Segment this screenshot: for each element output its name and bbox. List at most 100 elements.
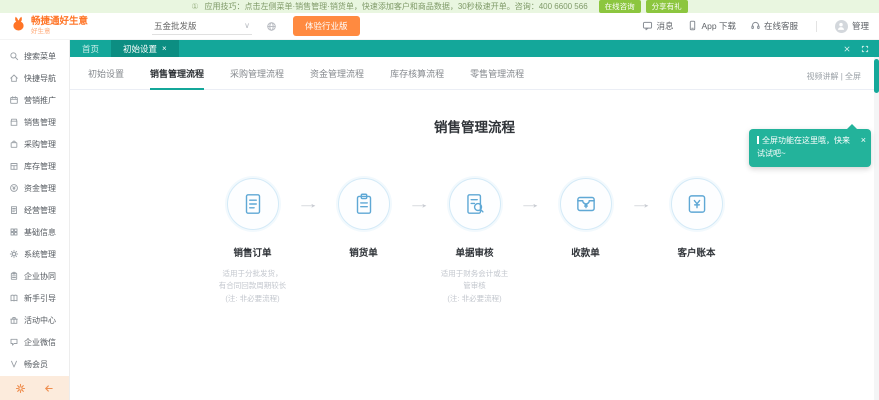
- flow-audit-icon[interactable]: [449, 178, 501, 230]
- window-tab-label: 初始设置: [123, 43, 157, 55]
- chat-icon: [9, 337, 19, 347]
- flow-step-销售订单: 销售订单适用于分批发货，有合同回款周期较长(注: 非必要流程): [211, 178, 295, 305]
- sub-tab-初始设置[interactable]: 初始设置: [88, 67, 124, 89]
- main-panel: 首页初始设置× 初始设置销售管理流程采购管理流程资金管理流程库存核算流程零售管理…: [70, 40, 879, 400]
- logo-subtitle: 好生意: [31, 28, 88, 35]
- sidebar-item-bag[interactable]: 采购管理: [0, 133, 69, 155]
- edition-selector[interactable]: 五金批发版 ∨: [152, 18, 252, 35]
- sidebar-item-label: 系统管理: [24, 249, 56, 260]
- money-icon: [9, 183, 19, 193]
- try-industry-edition-button[interactable]: 体验行业版: [293, 16, 360, 36]
- sidebar-item-label: 采购管理: [24, 139, 56, 150]
- bag-icon: [9, 139, 19, 149]
- logo-text: 畅捷通好生意 好生意: [31, 17, 88, 35]
- sidebar-item-chat[interactable]: 企业微信: [0, 331, 69, 353]
- notification-bar: ① 应用技巧：点击左侧菜单·销售管理·销货单，快速添加客户和商品数据，30秒极速…: [0, 0, 879, 13]
- avatar: [835, 20, 848, 33]
- globe-icon[interactable]: [266, 21, 277, 32]
- doc-icon: [9, 205, 19, 215]
- chevron-down-icon: ∨: [244, 22, 250, 30]
- flow-arrow-icon: →: [628, 196, 655, 211]
- sidebar-item-label: 搜索菜单: [24, 51, 56, 62]
- fullscreen-icon[interactable]: [861, 45, 869, 53]
- user-label: 管理: [852, 20, 869, 32]
- sub-tab-采购管理流程[interactable]: 采购管理流程: [230, 67, 284, 89]
- sidebar-item-label: 畅会员: [24, 359, 48, 370]
- sub-tab-销售管理流程[interactable]: 销售管理流程: [150, 67, 204, 90]
- window-tab-初始设置[interactable]: 初始设置 ×: [111, 40, 179, 57]
- sidebar-item-box[interactable]: 库存管理: [0, 155, 69, 177]
- flow-step-label: 客户账本: [677, 245, 715, 259]
- sidebar-item-doc[interactable]: 经营管理: [0, 199, 69, 221]
- header-action-label: 消息: [656, 20, 673, 32]
- sidebar-item-gear[interactable]: 系统管理: [0, 243, 69, 265]
- notification-text: 应用技巧：点击左侧菜单·销售管理·销货单，快速添加客户和商品数据，30秒极速开单…: [205, 1, 588, 12]
- header-action-label: 在线客服: [764, 20, 798, 32]
- flow-ledger-icon[interactable]: [671, 178, 723, 230]
- box-icon: [9, 161, 19, 171]
- sidebar-item-label: 营销推广: [24, 95, 56, 106]
- flow-step-单据审核: 单据审核适用于财务会计或主管审核(注: 非必要流程): [433, 178, 517, 305]
- sidebar-item-shop[interactable]: 销售管理: [0, 111, 69, 133]
- flow-step-客户账本: 客户账本: [655, 178, 739, 259]
- sidebar-item-grid[interactable]: 基础信息: [0, 221, 69, 243]
- header-action-phone[interactable]: App 下载: [687, 20, 736, 33]
- notif-button-0[interactable]: 在线咨询: [599, 0, 641, 13]
- flow-order-icon[interactable]: [227, 178, 279, 230]
- sidebar-item-home[interactable]: 快捷导航: [0, 67, 69, 89]
- scrollbar-thumb[interactable]: [874, 59, 879, 93]
- sidebar-item-book[interactable]: 新手引导: [0, 287, 69, 309]
- member-icon: [9, 359, 19, 369]
- flow-step-销货单: 销货单: [322, 178, 406, 259]
- sidebar-item-search[interactable]: 搜索菜单: [0, 45, 69, 67]
- sidebar-item-label: 资金管理: [24, 183, 56, 194]
- sidebar-item-label: 销售管理: [24, 117, 56, 128]
- scrollbar[interactable]: [874, 57, 879, 400]
- header-action-message[interactable]: 消息: [642, 20, 673, 33]
- fullscreen-tooltip: 全屏功能在这里哦，快来试试吧~ ×: [749, 129, 871, 167]
- sidebar-item-label: 新手引导: [24, 293, 56, 304]
- sidebar-item-gift[interactable]: 活动中心: [0, 309, 69, 331]
- sidebar-item-label: 基础信息: [24, 227, 56, 238]
- flow-sub-tabs: 初始设置 销售管理流程 采购管理流程 资金管理流程 库存核算流程 零售管理流程: [70, 57, 879, 90]
- window-tab-首页[interactable]: 首页: [70, 40, 111, 57]
- flow-invoice-icon[interactable]: [338, 178, 390, 230]
- gift-icon: [9, 315, 19, 325]
- tab-close-icon[interactable]: ×: [162, 45, 167, 53]
- tooltip-close-icon[interactable]: ×: [861, 133, 866, 147]
- sub-tab-资金管理流程[interactable]: 资金管理流程: [310, 67, 364, 89]
- sidebar-item-clipboard[interactable]: 企业协同: [0, 265, 69, 287]
- corner-links[interactable]: 视频讲解 | 全屏: [806, 71, 861, 82]
- header-action-headset[interactable]: 在线客服: [750, 20, 798, 33]
- app-header: 畅捷通好生意 好生意 五金批发版 ∨ 体验行业版 消息 App 下载 在线客服 管理: [0, 13, 879, 40]
- close-icon[interactable]: [843, 45, 851, 53]
- flow-receipt-icon[interactable]: [560, 178, 612, 230]
- sub-tab-库存核算流程[interactable]: 库存核算流程: [390, 67, 444, 89]
- user-menu[interactable]: 管理: [835, 20, 869, 33]
- header-action-label: App 下载: [701, 20, 736, 32]
- window-tab-bar: 首页初始设置 ×: [70, 40, 879, 57]
- sidebar-item-label: 快捷导航: [24, 73, 56, 84]
- sidebar-item-calendar[interactable]: 营销推广: [0, 89, 69, 111]
- app-body: 搜索菜单快捷导航营销推广销售管理采购管理库存管理资金管理经营管理基础信息系统管理…: [0, 40, 879, 400]
- header-actions: 消息 App 下载 在线客服: [628, 20, 798, 33]
- logo-bunny-icon: [10, 15, 27, 37]
- info-icon: ①: [191, 2, 198, 11]
- sub-tab-零售管理流程[interactable]: 零售管理流程: [470, 67, 524, 89]
- book-icon: [9, 293, 19, 303]
- flow-arrow-icon: →: [406, 196, 433, 211]
- notif-button-1[interactable]: 分享有礼: [646, 0, 688, 13]
- calendar-icon: [9, 95, 19, 105]
- message-icon: [642, 20, 653, 33]
- sidebar-item-member[interactable]: 畅会员: [0, 353, 69, 375]
- phone-icon: [687, 20, 698, 33]
- tooltip-accent-bar: [757, 136, 759, 144]
- header-divider: [816, 21, 817, 32]
- sidebar-item-money[interactable]: 资金管理: [0, 177, 69, 199]
- flow-step-收款单: 收款单: [544, 178, 628, 259]
- sales-flow-diagram: 销售订单适用于分批发货，有合同回款周期较长(注: 非必要流程)→销货单→单据审核…: [70, 178, 879, 305]
- collapse-sidebar-icon[interactable]: [43, 383, 54, 394]
- gear-icon[interactable]: [15, 383, 26, 394]
- logo-title: 畅捷通好生意: [31, 17, 88, 27]
- flow-step-label: 销货单: [349, 245, 378, 259]
